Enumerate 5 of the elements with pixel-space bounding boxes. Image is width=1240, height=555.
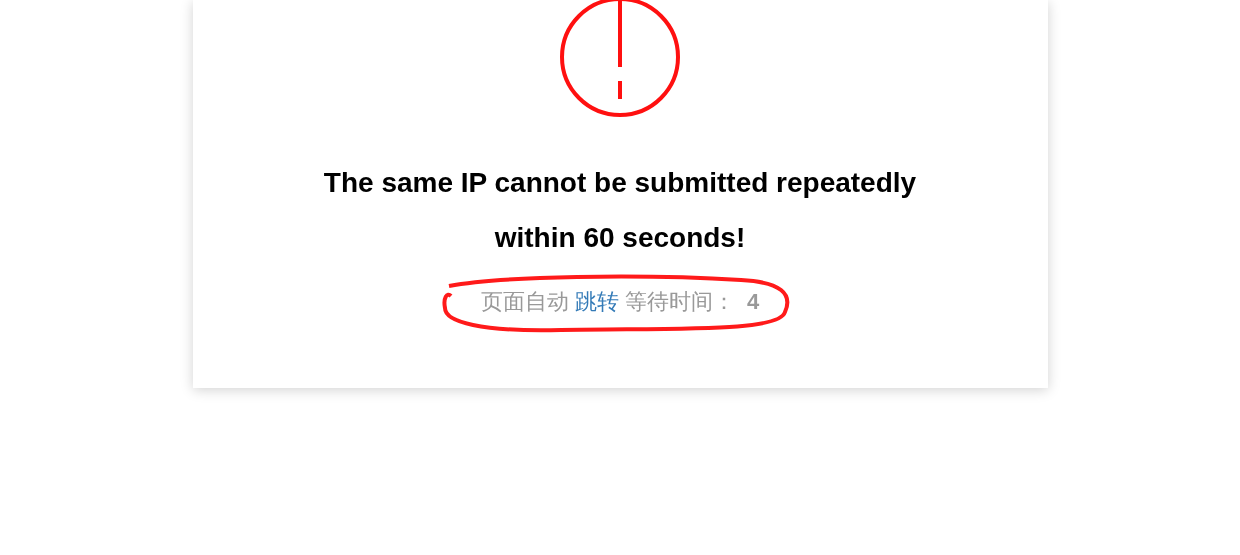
error-message: The same IP cannot be submitted repeatedly: [323, 166, 917, 200]
error-message: within 60 seconds!: [494, 221, 746, 255]
redirect-notice: 页面自动 跳转 等待时间： 4: [479, 288, 761, 316]
redirect-link[interactable]: 跳转: [574, 289, 619, 314]
warning-icon: [558, 0, 682, 119]
